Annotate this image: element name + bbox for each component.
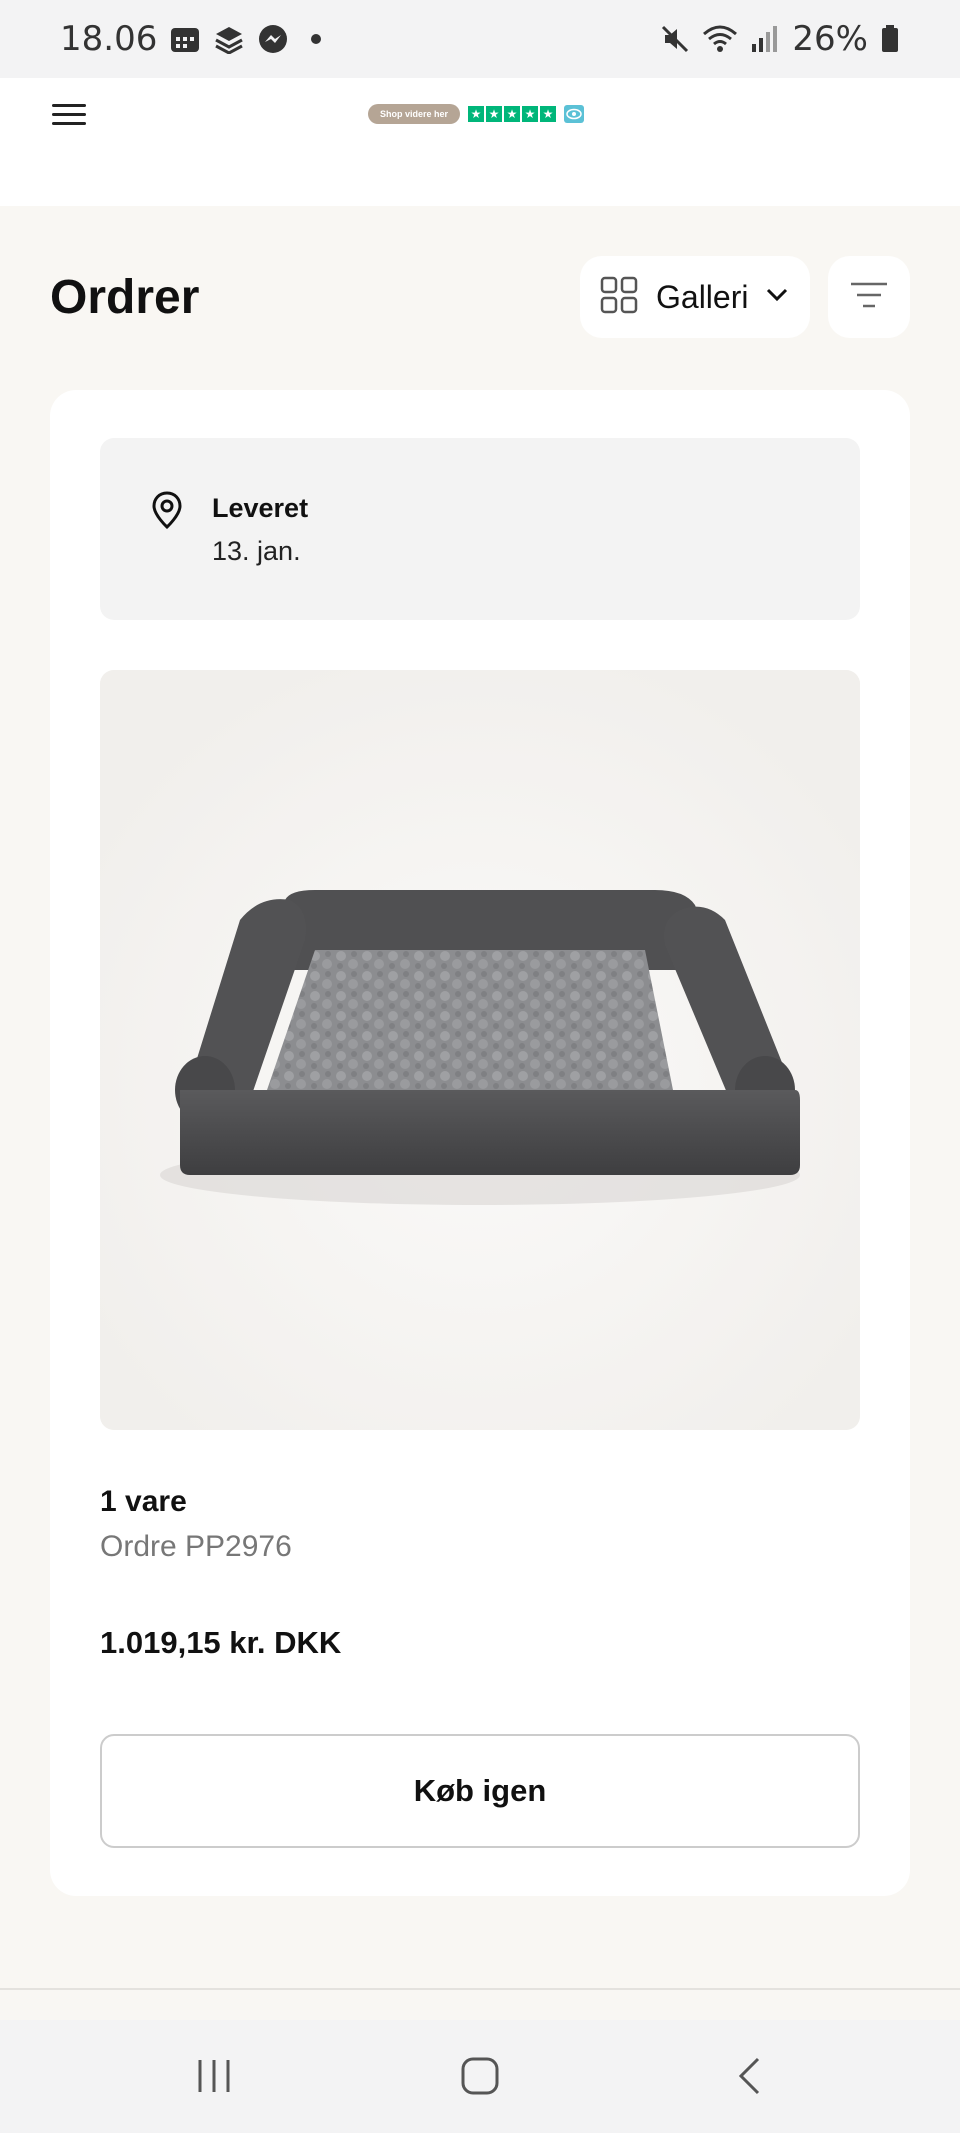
- back-icon[interactable]: [736, 2056, 762, 2101]
- status-time: 18.06: [60, 19, 158, 59]
- status-bar: 18.06 26%: [0, 0, 960, 78]
- star-icon: ★: [468, 106, 485, 122]
- trustpilot-stars: ★ ★ ★ ★ ★: [468, 106, 557, 122]
- status-bar-left: 18.06: [60, 19, 322, 59]
- delivery-status-label: Leveret: [212, 493, 309, 523]
- view-toggle-button[interactable]: Galleri: [580, 256, 810, 338]
- battery-icon: [880, 24, 900, 54]
- notification-dot-icon: [311, 34, 322, 44]
- chevron-down-icon: [766, 288, 788, 307]
- order-card[interactable]: Leveret 13. jan. 1 vare Ordre PP2976 1.0…: [50, 390, 910, 1896]
- battery-percentage: 26%: [792, 19, 868, 59]
- items-count: 1 vare: [100, 1485, 187, 1518]
- calendar-icon: [169, 24, 201, 54]
- app-header: Shop videre her ★ ★ ★ ★ ★: [0, 78, 960, 206]
- trust-banner[interactable]: Shop videre her ★ ★ ★ ★ ★: [368, 104, 585, 124]
- page-divider: [0, 1988, 960, 1990]
- signal-icon: [750, 24, 780, 54]
- star-icon: ★: [504, 106, 521, 122]
- view-toggle-label: Galleri: [656, 278, 749, 315]
- mute-icon: [660, 24, 690, 54]
- order-number: Ordre PP2976: [100, 1530, 292, 1563]
- buy-again-button[interactable]: Køb igen: [100, 1734, 860, 1848]
- star-icon: ★: [522, 106, 539, 122]
- delivery-status-box: Leveret 13. jan.: [100, 438, 860, 620]
- menu-icon[interactable]: [52, 98, 86, 132]
- page-title: Ordrer: [50, 271, 200, 324]
- home-icon[interactable]: [460, 2056, 500, 2101]
- grid-icon: [600, 276, 638, 319]
- product-image[interactable]: [100, 670, 860, 1430]
- filter-icon: [849, 280, 889, 315]
- system-nav-bar: [0, 2020, 960, 2133]
- messenger-icon: [257, 23, 289, 55]
- delivery-date: 13. jan.: [212, 536, 301, 566]
- order-total: 1.019,15 kr. DKK: [100, 1625, 342, 1660]
- star-icon: ★: [540, 106, 557, 122]
- location-pin-icon: [150, 490, 184, 535]
- star-icon: ★: [486, 106, 503, 122]
- shop-more-pill[interactable]: Shop videre her: [368, 104, 461, 124]
- recent-apps-icon[interactable]: [196, 2056, 232, 2101]
- layers-app-icon: [213, 24, 245, 54]
- eye-icon: [564, 105, 585, 123]
- filter-button[interactable]: [828, 256, 910, 338]
- status-bar-right: 26%: [660, 19, 900, 59]
- wifi-icon: [702, 24, 738, 54]
